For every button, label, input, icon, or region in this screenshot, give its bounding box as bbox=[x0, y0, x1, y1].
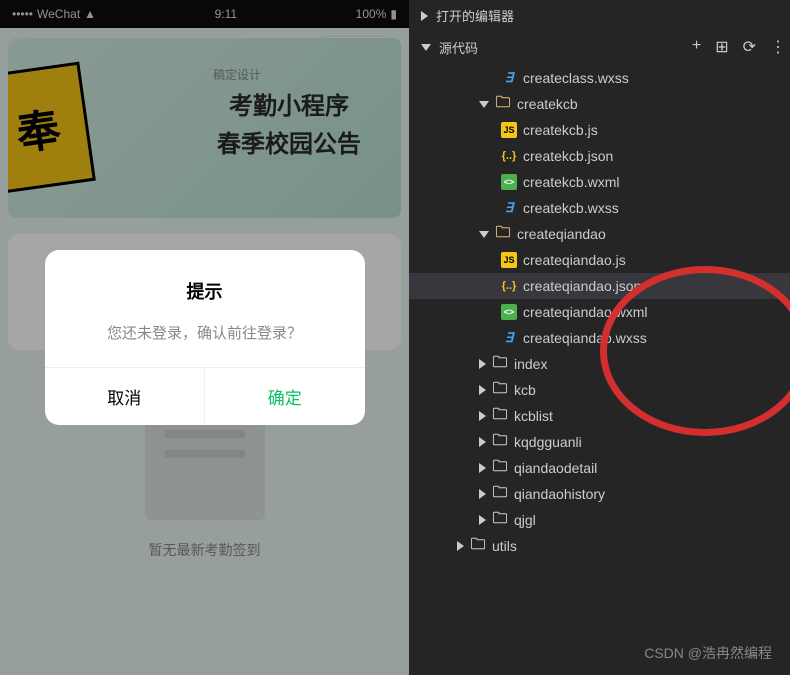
json-icon: {..} bbox=[501, 278, 517, 294]
folder-utils[interactable]: 🗀utils bbox=[409, 533, 790, 559]
folder-icon: 🗀 bbox=[492, 460, 508, 476]
folder-kcblist[interactable]: 🗀kcblist bbox=[409, 403, 790, 429]
wxml-icon: <> bbox=[501, 174, 517, 190]
chevron-right-icon bbox=[479, 411, 486, 421]
chevron-right-icon bbox=[479, 515, 486, 525]
folder-icon: 🗀 bbox=[492, 382, 508, 398]
wxml-icon: <> bbox=[501, 304, 517, 320]
folder-qiandaodetail[interactable]: 🗀qiandaodetail bbox=[409, 455, 790, 481]
folder-open-icon: 🗀 bbox=[495, 226, 511, 242]
wxss-icon: ∃ bbox=[501, 200, 517, 216]
modal-overlay[interactable]: 提示 您还未登录，确认前往登录？ 取消 确定 bbox=[0, 0, 409, 675]
editors-panel-header[interactable]: 打开的编辑器 bbox=[409, 0, 790, 31]
file-createqiandao-wxml[interactable]: <>createqiandao.wxml bbox=[409, 299, 790, 325]
folder-icon: 🗀 bbox=[492, 408, 508, 424]
new-folder-icon[interactable]: ⊞ bbox=[715, 37, 728, 57]
modal-message: 您还未登录，确认前往登录？ bbox=[69, 322, 341, 343]
chevron-right-icon bbox=[479, 489, 486, 499]
chevron-down-icon bbox=[479, 231, 489, 238]
source-panel-header[interactable]: 源代码 + ⊞ ⟳ ⋮ bbox=[409, 31, 790, 63]
chevron-right-icon bbox=[479, 359, 486, 369]
file-createkcb-json[interactable]: {..}createkcb.json bbox=[409, 143, 790, 169]
folder-createqiandao[interactable]: 🗀createqiandao bbox=[409, 221, 790, 247]
cancel-button[interactable]: 取消 bbox=[45, 368, 206, 425]
file-createqiandao-js[interactable]: JScreateqiandao.js bbox=[409, 247, 790, 273]
collapse-icon[interactable]: ⋮ bbox=[770, 37, 786, 57]
file-tree: ∃createclass.wxss 🗀createkcb JScreatekcb… bbox=[409, 63, 790, 561]
phone-simulator: ••••• WeChat ▲ 9:11 100% ▮ ••• ◎ 奉 稿定设计 … bbox=[0, 0, 409, 675]
chevron-down-icon bbox=[479, 101, 489, 108]
folder-icon: 🗀 bbox=[492, 512, 508, 528]
js-icon: JS bbox=[501, 122, 517, 138]
folder-icon: 🗀 bbox=[492, 486, 508, 502]
file-createkcb-wxss[interactable]: ∃createkcb.wxss bbox=[409, 195, 790, 221]
login-modal: 提示 您还未登录，确认前往登录？ 取消 确定 bbox=[45, 250, 365, 425]
folder-qiandaohistory[interactable]: 🗀qiandaohistory bbox=[409, 481, 790, 507]
wxss-icon: ∃ bbox=[501, 70, 517, 86]
chevron-right-icon bbox=[457, 541, 464, 551]
chevron-right-icon bbox=[479, 437, 486, 447]
file-createkcb-js[interactable]: JScreatekcb.js bbox=[409, 117, 790, 143]
folder-icon: 🗀 bbox=[492, 356, 508, 372]
file-createqiandao-wxss[interactable]: ∃createqiandao.wxss bbox=[409, 325, 790, 351]
chevron-right-icon bbox=[421, 11, 428, 21]
wxss-icon: ∃ bbox=[501, 330, 517, 346]
folder-icon: 🗀 bbox=[470, 538, 486, 554]
folder-kqdgguanli[interactable]: 🗀kqdgguanli bbox=[409, 429, 790, 455]
json-icon: {..} bbox=[501, 148, 517, 164]
confirm-button[interactable]: 确定 bbox=[205, 368, 365, 425]
folder-createkcb[interactable]: 🗀createkcb bbox=[409, 91, 790, 117]
folder-qjgl[interactable]: 🗀qjgl bbox=[409, 507, 790, 533]
watermark: CSDN @浩冉然编程 bbox=[644, 643, 772, 663]
folder-index[interactable]: 🗀index bbox=[409, 351, 790, 377]
js-icon: JS bbox=[501, 252, 517, 268]
file-createqiandao-json[interactable]: {..}createqiandao.json bbox=[409, 273, 790, 299]
file-createkcb-wxml[interactable]: <>createkcb.wxml bbox=[409, 169, 790, 195]
folder-open-icon: 🗀 bbox=[495, 96, 511, 112]
refresh-icon[interactable]: ⟳ bbox=[743, 37, 756, 57]
chevron-right-icon bbox=[479, 385, 486, 395]
editors-panel-title: 打开的编辑器 bbox=[436, 6, 514, 25]
folder-icon: 🗀 bbox=[492, 434, 508, 450]
chevron-right-icon bbox=[479, 463, 486, 473]
file-createclass-wxss[interactable]: ∃createclass.wxss bbox=[409, 65, 790, 91]
source-panel-title: 源代码 bbox=[439, 38, 478, 57]
editor-sidebar: 打开的编辑器 源代码 + ⊞ ⟳ ⋮ ∃createclass.wxss 🗀cr… bbox=[409, 0, 790, 675]
folder-kcb[interactable]: 🗀kcb bbox=[409, 377, 790, 403]
modal-title: 提示 bbox=[69, 278, 341, 304]
new-file-icon[interactable]: + bbox=[692, 37, 701, 57]
chevron-down-icon bbox=[421, 44, 431, 51]
